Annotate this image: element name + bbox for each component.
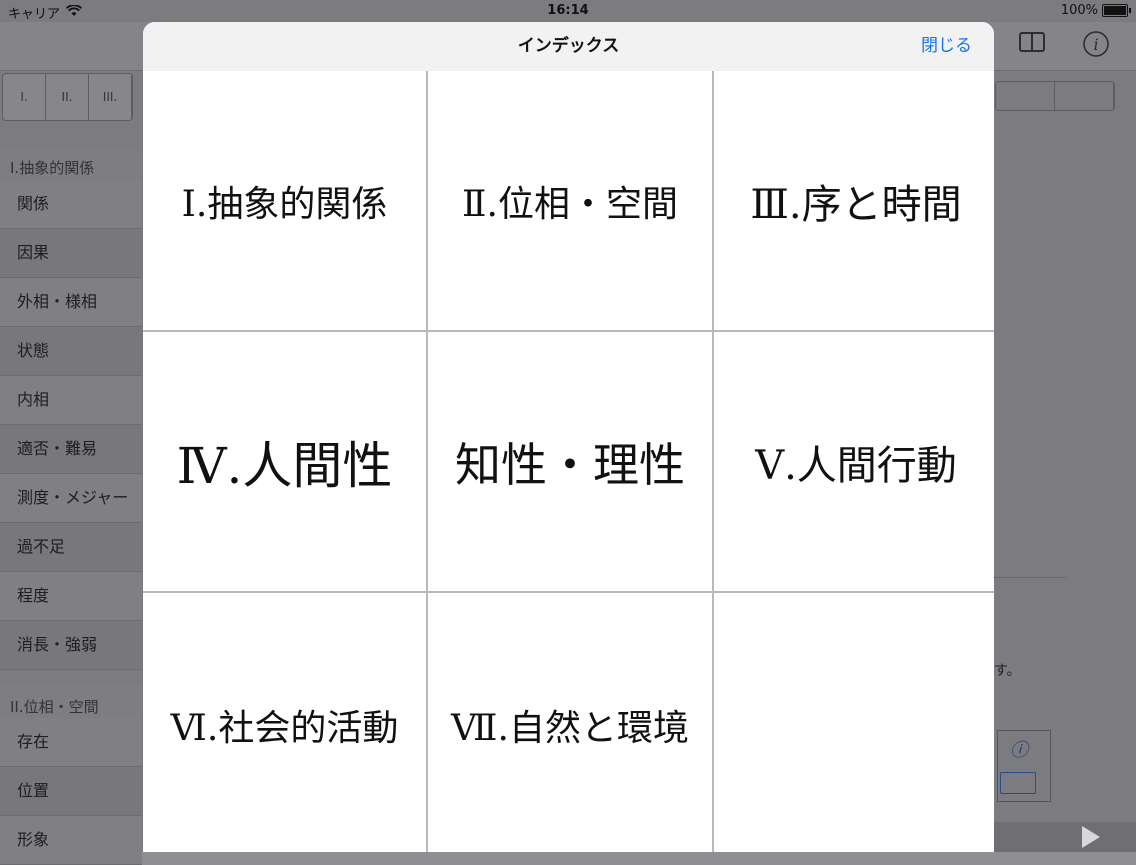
index-cell-abstract-relations[interactable]: Ⅰ.抽象的関係 [143, 71, 426, 330]
sidebar-item[interactable]: 関係 [0, 180, 142, 229]
info-icon[interactable]: i [1082, 30, 1110, 64]
index-modal: インデックス 閉じる Ⅰ.抽象的関係 Ⅱ.位相・空間 Ⅲ.序と時間 Ⅳ.人間性 … [143, 22, 994, 852]
sidebar-item[interactable]: 内相 [0, 376, 142, 425]
sidebar-item[interactable]: 状態 [0, 327, 142, 376]
sidebar-section-header: I.抽象的関係 [0, 150, 142, 180]
battery-percent: 100% [1060, 3, 1098, 18]
sidebar-item[interactable]: 位置 [0, 767, 142, 816]
sidebar: I.抽象的関係 関係 因果 外相・様相 状態 内相 適否・難易 測度・メジャー … [0, 150, 142, 865]
segment-i[interactable]: I. [3, 74, 46, 120]
detail-text: す。 [994, 663, 1021, 679]
sidebar-item[interactable]: 外相・様相 [0, 278, 142, 327]
index-cell-order-time[interactable]: Ⅲ.序と時間 [714, 71, 994, 330]
segment-ii[interactable]: II. [46, 74, 89, 120]
index-cell-empty [714, 593, 994, 852]
book-icon[interactable] [1018, 30, 1046, 60]
clock: 16:14 [547, 3, 589, 18]
sidebar-section-header: II.位相・空間 [0, 684, 142, 718]
modal-title: インデックス [517, 36, 620, 56]
svg-text:i: i [1093, 35, 1098, 54]
right-segment-control[interactable] [995, 81, 1115, 111]
sidebar-item[interactable]: 適否・難易 [0, 425, 142, 474]
play-icon[interactable] [1082, 826, 1100, 848]
sidebar-item[interactable]: 消長・強弱 [0, 621, 142, 670]
segment-iii[interactable]: III. [89, 74, 132, 120]
sidebar-item[interactable]: 過不足 [0, 523, 142, 572]
sidebar-item[interactable]: 形象 [0, 816, 142, 865]
index-cell-humanity[interactable]: Ⅳ.人間性 [143, 332, 426, 591]
modal-header: インデックス 閉じる [143, 22, 994, 72]
divider [994, 577, 1066, 578]
sidebar-item[interactable]: 程度 [0, 572, 142, 621]
status-bar: キャリア 16:14 100% [0, 0, 1136, 22]
close-button[interactable]: 閉じる [921, 22, 972, 71]
index-grid: Ⅰ.抽象的関係 Ⅱ.位相・空間 Ⅲ.序と時間 Ⅳ.人間性 知性・理性 Ⅴ.人間行… [143, 71, 994, 852]
index-cell-nature-environment[interactable]: Ⅶ.自然と環境 [428, 593, 712, 852]
detail-info-icon[interactable]: ⓘ [1010, 736, 1028, 762]
image-search-icon[interactable] [1000, 772, 1036, 794]
section-segment-control[interactable]: I. II. III. [2, 73, 133, 121]
sidebar-item[interactable]: 因果 [0, 229, 142, 278]
sidebar-item[interactable]: 測度・メジャー [0, 474, 142, 523]
bottom-toolbar [994, 822, 1136, 852]
index-cell-social-activity[interactable]: Ⅵ.社会的活動 [143, 593, 426, 852]
index-cell-topology-space[interactable]: Ⅱ.位相・空間 [428, 71, 712, 330]
index-cell-human-behavior[interactable]: Ⅴ.人間行動 [714, 332, 994, 591]
index-cell-intellect-reason[interactable]: 知性・理性 [428, 332, 712, 591]
battery-icon [1102, 4, 1131, 17]
sidebar-item[interactable]: 存在 [0, 718, 142, 767]
